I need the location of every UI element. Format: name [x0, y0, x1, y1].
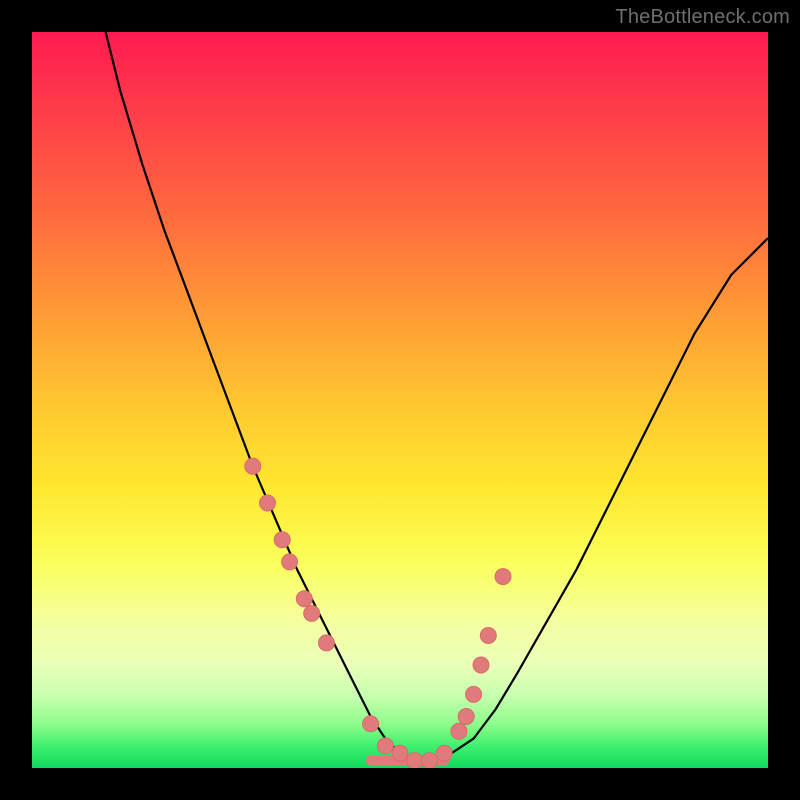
data-marker	[392, 745, 408, 761]
data-marker	[304, 605, 320, 621]
bottleneck-curve-path	[106, 32, 768, 761]
data-marker	[363, 716, 379, 732]
chart-svg	[32, 32, 768, 768]
data-marker	[436, 745, 452, 761]
data-marker	[458, 709, 474, 725]
plot-area	[32, 32, 768, 768]
data-marker	[260, 495, 276, 511]
data-marker	[377, 738, 393, 754]
data-marker	[296, 591, 312, 607]
data-marker	[245, 458, 261, 474]
data-marker	[274, 532, 290, 548]
marker-layer	[245, 458, 511, 768]
data-marker	[318, 635, 334, 651]
outer-frame: TheBottleneck.com	[0, 0, 800, 800]
data-marker	[466, 686, 482, 702]
data-marker	[407, 753, 423, 768]
data-marker	[451, 723, 467, 739]
data-marker	[473, 657, 489, 673]
watermark-text: TheBottleneck.com	[615, 6, 790, 29]
curve-layer	[106, 32, 768, 761]
data-marker	[282, 554, 298, 570]
data-marker	[480, 628, 496, 644]
data-marker	[495, 569, 511, 585]
data-marker	[421, 753, 437, 768]
